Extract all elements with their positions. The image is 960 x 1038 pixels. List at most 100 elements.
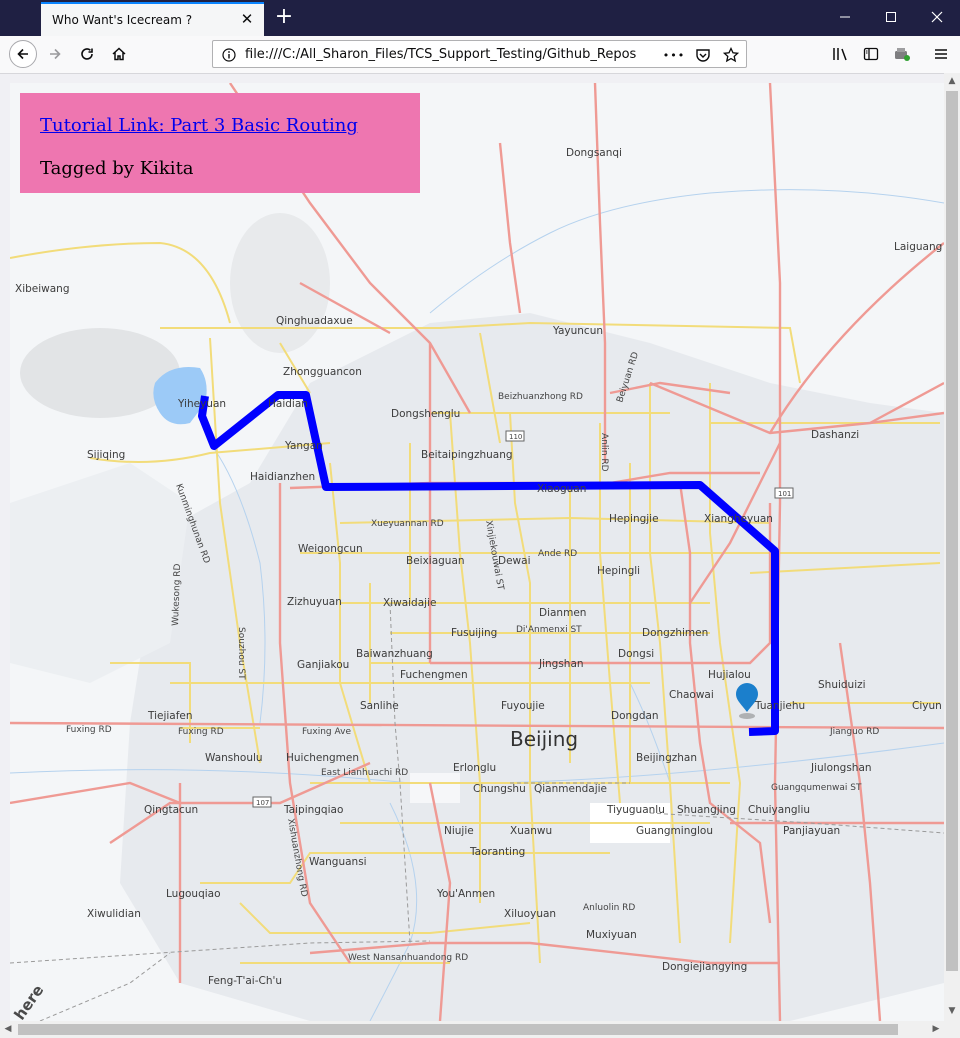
bookmark-star-icon[interactable] [722, 46, 740, 64]
scroll-up-arrow-icon[interactable]: ▲ [944, 76, 960, 86]
place-label: Jiulongshan [810, 762, 872, 774]
place-label: Tiyuguanlu [606, 804, 665, 816]
scroll-right-arrow-icon[interactable]: ▶ [928, 1024, 944, 1034]
road-label: Fuxing Ave [302, 727, 351, 737]
place-label: Xiwulidian [87, 908, 141, 920]
road-label: Guangqumenwai ST [771, 783, 862, 793]
extension-button[interactable] [887, 39, 917, 69]
road-label: East Lianhuachi RD [321, 768, 408, 778]
place-label: Yiheyuan [177, 398, 226, 410]
place-label: Sanlihe [360, 700, 399, 712]
road-label: Souzhou ST [236, 627, 246, 680]
forward-button[interactable] [40, 39, 70, 69]
road-label: West Nansanhuandong RD [348, 953, 468, 963]
road-label: Xueyuannan RD [371, 519, 444, 529]
place-label: Fusuijing [451, 627, 497, 639]
tutorial-link[interactable]: Tutorial Link: Part 3 Basic Routing [40, 115, 358, 136]
place-label: Dashanzi [811, 429, 859, 441]
place-label: Tiejiafen [147, 710, 193, 722]
scroll-left-arrow-icon[interactable]: ◀ [0, 1024, 16, 1034]
road-label: Anlin RD [599, 433, 609, 472]
place-label: Hujialou [708, 669, 751, 681]
tab-title: Who Want's Icecream ? [52, 13, 193, 27]
place-label: Xiaoguan [537, 483, 586, 495]
place-label: Jingshan [538, 658, 584, 670]
navigation-toolbar: file:///C:/All_Sharon_Files/TCS_Support_… [0, 36, 960, 74]
place-label: Xibeiwang [15, 283, 70, 295]
menu-button[interactable] [926, 39, 956, 69]
horizontal-scroll-thumb[interactable] [18, 1024, 898, 1035]
place-label: Qingtacun [144, 804, 198, 816]
place-label: Dongshenglu [391, 408, 460, 420]
place-label: Yayuncun [552, 325, 603, 337]
place-label: Wanshoulu [205, 752, 263, 764]
place-label: Niujie [444, 825, 474, 837]
place-label: Lugouqiao [166, 888, 221, 900]
home-button[interactable] [104, 39, 134, 69]
tab-active[interactable]: Who Want's Icecream ? ✕ [41, 2, 264, 36]
url-bar[interactable]: file:///C:/All_Sharon_Files/TCS_Support_… [212, 40, 747, 68]
map-viewport[interactable]: 110 110 101 107 Dongsanqi Laiguang Xibei… [10, 83, 944, 1021]
route-shield-label: 101 [778, 490, 791, 498]
place-label: Dewai [498, 555, 530, 567]
place-label: Beitaipingzhuang [421, 449, 513, 461]
place-label: Fuyoujie [501, 700, 545, 712]
new-tab-icon[interactable]: + [271, 3, 297, 31]
route-shield-label: 107 [256, 799, 269, 807]
library-button[interactable] [826, 39, 856, 69]
place-label: Dongiejiangying [662, 961, 747, 973]
place-label: Taipingqiao [283, 804, 343, 816]
place-label: Shuangjing [677, 804, 736, 816]
road-label: Di'Anmenxi ST [516, 625, 582, 635]
road-label: Fuxing RD [66, 725, 112, 735]
window-close-icon[interactable] [914, 0, 960, 36]
pocket-icon[interactable] [694, 46, 712, 64]
place-label: Qinghuadaxue [276, 315, 353, 327]
place-label: Xiangheyuan [704, 513, 773, 525]
back-button[interactable] [8, 39, 38, 69]
sidebar-button[interactable] [856, 39, 886, 69]
horizontal-scrollbar[interactable]: ◀ ▶ [0, 1021, 944, 1038]
city-label: Beijing [510, 727, 578, 751]
here-logo: here [11, 981, 48, 1021]
place-label: Haidian [268, 398, 308, 410]
place-label: Dongsanqi [566, 147, 622, 159]
vertical-scrollbar[interactable]: ▲ ▼ [944, 73, 960, 1021]
place-label: Xiwaidajie [383, 597, 436, 609]
place-label: Laiguang [894, 241, 942, 253]
place-label: Fuchengmen [400, 669, 468, 681]
park-area [410, 773, 460, 803]
close-tab-icon[interactable]: ✕ [238, 10, 256, 28]
maximize-icon[interactable] [868, 0, 914, 36]
place-label: Beijingzhan [636, 752, 697, 764]
place-label: Zhongguancon [283, 366, 362, 378]
road-label: Ande RD [538, 549, 577, 559]
place-label: Haidianzhen [250, 471, 315, 483]
map-canvas[interactable]: 110 110 101 107 Dongsanqi Laiguang Xibei… [10, 83, 944, 1021]
place-label: Dongdan [611, 710, 659, 722]
place-label: Baiwanzhuang [356, 648, 433, 660]
scroll-down-arrow-icon[interactable]: ▼ [944, 1006, 960, 1016]
place-label: You'Anmen [436, 888, 495, 900]
place-label: Dianmen [539, 607, 586, 619]
place-label: Ganjiakou [297, 659, 349, 671]
info-icon[interactable] [220, 46, 238, 64]
reload-button[interactable] [72, 39, 102, 69]
place-label: Sijiqing [87, 449, 125, 461]
place-label: Feng-T'ai-Ch'u [208, 975, 282, 987]
place-label: Erlonglu [453, 762, 496, 774]
back-arrow-icon [9, 40, 37, 68]
road-label: Anluolin RD [583, 903, 635, 913]
extension-icon [895, 48, 910, 61]
minimize-icon[interactable] [822, 0, 868, 36]
page-actions-icon[interactable]: ••• [663, 46, 684, 64]
place-label: Taoranting [469, 846, 525, 858]
reload-icon [81, 48, 93, 60]
tagline: Tagged by Kikita [40, 158, 194, 179]
place-label: Huichengmen [286, 752, 359, 764]
road-label: Beizhuanzhong RD [498, 392, 583, 402]
place-label: Muxiyuan [586, 929, 637, 941]
url-text[interactable]: file:///C:/All_Sharon_Files/TCS_Support_… [245, 47, 637, 62]
info-panel: Tutorial Link: Part 3 Basic Routing Tagg… [20, 93, 420, 193]
vertical-scroll-thumb[interactable] [946, 91, 958, 971]
